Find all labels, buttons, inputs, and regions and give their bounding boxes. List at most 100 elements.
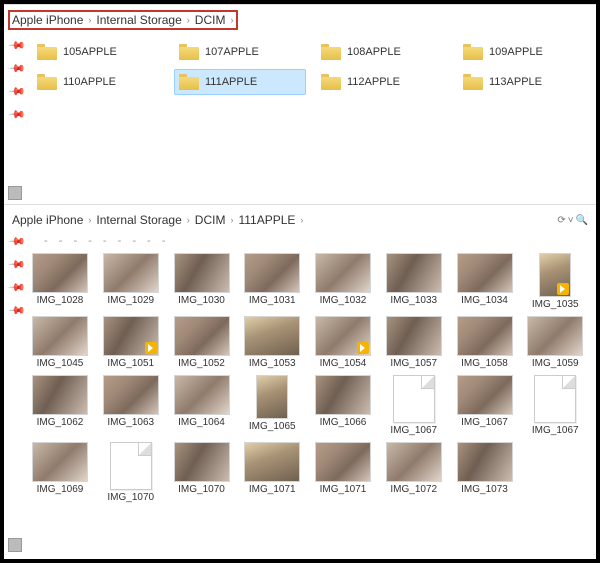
breadcrumb-segment[interactable]: DCIM — [195, 13, 226, 27]
thumbnail-item[interactable]: IMG_1032 — [313, 253, 373, 310]
thumbnail-item[interactable]: IMG_1070 — [101, 442, 161, 503]
folder-label: 113APPLE — [489, 76, 542, 88]
pin-icon: 📌 — [8, 36, 27, 55]
photo-thumbnail — [32, 442, 88, 482]
thumbnail-item[interactable]: IMG_1057 — [384, 316, 444, 369]
thumbnail-item[interactable]: IMG_1069 — [30, 442, 90, 503]
thumbnail-label: IMG_1071 — [320, 484, 367, 495]
photo-thumbnail — [386, 253, 442, 293]
search-icon[interactable]: 🔍 — [576, 215, 588, 226]
photo-thumbnail — [174, 442, 230, 482]
thumbnail-item[interactable]: IMG_1073 — [455, 442, 515, 503]
thumbnail-item[interactable]: IMG_1067 — [455, 375, 515, 436]
photo-thumbnail — [103, 375, 159, 415]
thumbnail-item[interactable]: IMG_1065 — [242, 375, 302, 436]
breadcrumb-segment[interactable]: Internal Storage — [96, 213, 181, 227]
thumbnail-label: IMG_1031 — [249, 295, 296, 306]
bottom-explorer-pane: Apple iPhone›Internal Storage›DCIM›111AP… — [4, 204, 596, 556]
photo-thumbnail — [315, 253, 371, 293]
thumbnail-item[interactable]: IMG_1051 — [101, 316, 161, 369]
photo-thumbnail — [103, 316, 159, 356]
thumbnail-item[interactable]: IMG_1054 — [313, 316, 373, 369]
breadcrumb-segment[interactable]: 111APPLE — [238, 213, 295, 227]
folder-label: 110APPLE — [63, 76, 116, 88]
pin-icon: 📌 — [8, 105, 27, 124]
chevron-right-icon: › — [184, 215, 193, 225]
folder-icon — [37, 74, 57, 90]
thumbnail-label: IMG_1033 — [390, 295, 437, 306]
thumbnail-label: IMG_1029 — [107, 295, 154, 306]
breadcrumb-segment[interactable]: DCIM — [195, 213, 226, 227]
breadcrumb-segment[interactable]: Apple iPhone — [12, 13, 83, 27]
pin-icon: 📌 — [8, 82, 27, 101]
quick-access-pins: 📌 📌 📌 📌 — [8, 39, 26, 121]
photo-thumbnail — [315, 442, 371, 482]
folder-item[interactable]: 110APPLE — [32, 69, 164, 95]
folder-icon — [321, 44, 341, 60]
thumbnail-label: IMG_1065 — [249, 421, 296, 432]
chevron-down-icon[interactable]: ˅ — [568, 215, 574, 226]
thumbnail-item[interactable]: IMG_1070 — [172, 442, 232, 503]
thumbnail-item[interactable]: IMG_1045 — [30, 316, 90, 369]
thumbnail-item[interactable]: IMG_1030 — [172, 253, 232, 310]
thumbnail-label: IMG_1067 — [390, 425, 437, 436]
folder-icon — [37, 44, 57, 60]
photo-thumbnail — [174, 375, 230, 415]
folder-item[interactable]: 111APPLE — [174, 69, 306, 95]
folder-item[interactable]: 105APPLE — [32, 39, 164, 65]
photo-thumbnail — [315, 375, 371, 415]
thumbnail-item[interactable]: IMG_1052 — [172, 316, 232, 369]
chevron-right-icon: › — [227, 15, 236, 25]
breadcrumb[interactable]: Apple iPhone›Internal Storage›DCIM›111AP… — [10, 209, 308, 231]
thumbnail-label: IMG_1067 — [461, 417, 508, 428]
scroll-thumb[interactable] — [8, 538, 22, 552]
breadcrumb[interactable]: Apple iPhone›Internal Storage›DCIM› — [10, 9, 590, 31]
thumbnail-label: IMG_1054 — [320, 358, 367, 369]
photo-thumbnail — [32, 375, 88, 415]
thumbnail-item[interactable]: IMG_1034 — [455, 253, 515, 310]
scroll-thumb[interactable] — [8, 186, 22, 200]
breadcrumb-segment[interactable]: Apple iPhone — [12, 213, 83, 227]
thumbnail-label: IMG_1058 — [461, 358, 508, 369]
thumbnail-label: IMG_1062 — [37, 417, 84, 428]
thumbnail-item — [525, 442, 585, 503]
thumbnail-item[interactable]: IMG_1058 — [455, 316, 515, 369]
folder-label: 105APPLE — [63, 46, 117, 58]
breadcrumb-segment[interactable]: Internal Storage — [96, 13, 181, 27]
thumbnail-item[interactable]: IMG_1071 — [242, 442, 302, 503]
thumbnail-item[interactable]: IMG_1035 — [525, 253, 585, 310]
folder-item[interactable]: 107APPLE — [174, 39, 306, 65]
file-icon — [534, 375, 576, 423]
photo-thumbnail — [174, 253, 230, 293]
thumbnail-row: IMG_1045 IMG_1051 IMG_1052IMG_1053 IMG_1054… — [30, 316, 590, 369]
thumbnail-item[interactable]: IMG_1063 — [101, 375, 161, 436]
thumbnail-item[interactable]: IMG_1072 — [384, 442, 444, 503]
thumbnail-item[interactable]: IMG_1064 — [172, 375, 232, 436]
folder-item[interactable]: 109APPLE — [458, 39, 590, 65]
thumbnail-item[interactable]: IMG_1053 — [242, 316, 302, 369]
folder-item[interactable]: 113APPLE — [458, 69, 590, 95]
thumbnail-item[interactable]: IMG_1071 — [313, 442, 373, 503]
folder-label: 108APPLE — [347, 46, 401, 58]
folder-item[interactable]: 108APPLE — [316, 39, 448, 65]
thumbnail-item[interactable]: IMG_1062 — [30, 375, 90, 436]
thumbnail-item[interactable]: IMG_1033 — [384, 253, 444, 310]
thumbnail-label: IMG_1051 — [107, 358, 154, 369]
thumbnail-item[interactable]: IMG_1029 — [101, 253, 161, 310]
folder-item[interactable]: 112APPLE — [316, 69, 448, 95]
refresh-icon[interactable]: ⟳ — [557, 215, 565, 226]
play-icon — [145, 342, 157, 354]
thumbnail-label: IMG_1073 — [461, 484, 508, 495]
thumbnail-item[interactable]: IMG_1067 — [384, 375, 444, 436]
thumbnail-item[interactable]: IMG_1031 — [242, 253, 302, 310]
thumbnail-label: IMG_1070 — [178, 484, 225, 495]
thumbnail-item[interactable]: IMG_1028 — [30, 253, 90, 310]
chevron-right-icon: › — [297, 215, 306, 225]
thumbnail-label: IMG_1070 — [107, 492, 154, 503]
thumbnail-item[interactable]: IMG_1067 — [525, 375, 585, 436]
thumbnail-item[interactable]: IMG_1059 — [525, 316, 585, 369]
thumbnail-label: IMG_1063 — [107, 417, 154, 428]
thumbnail-row: IMG_1062 IMG_1063 IMG_1064 IMG_1065 IMG_1066… — [30, 375, 590, 436]
photo-thumbnail — [244, 253, 300, 293]
thumbnail-item[interactable]: IMG_1066 — [313, 375, 373, 436]
